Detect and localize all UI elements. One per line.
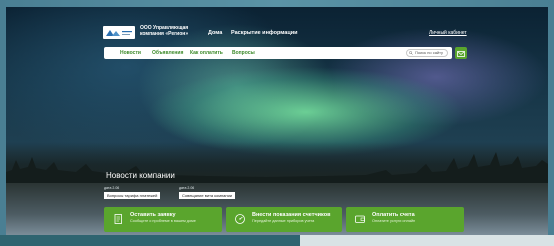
search-icon	[409, 51, 413, 55]
submit-request-button[interactable]: Оставить заявку Сообщите о проблеме в ва…	[104, 207, 222, 232]
treeline	[6, 142, 548, 187]
meter-icon	[235, 214, 245, 224]
menu-item-announcements[interactable]: Объявления	[152, 50, 183, 56]
action-title: Оставить заявку	[130, 212, 176, 218]
action-subtitle: Сообщите о проблеме в вашем доме	[130, 219, 196, 223]
search-label: Поиск по сайту	[415, 50, 444, 55]
news-item[interactable]: дата 2.06 Вопросы тарифа платежей	[104, 186, 161, 199]
nav-home-link[interactable]: Дома	[208, 30, 222, 36]
mail-button[interactable]	[455, 47, 467, 59]
hero-banner	[6, 7, 548, 235]
action-title: Оплатить счета	[372, 212, 415, 218]
news-item[interactable]: дата 2.06 Совещание вита компании	[179, 186, 236, 199]
action-subtitle: Передайте данные приборов учета	[252, 219, 315, 223]
document-icon	[114, 214, 122, 224]
search-button[interactable]: Поиск по сайту	[406, 49, 448, 57]
company-name: ООО Управляющая компания «Регион»	[140, 25, 189, 37]
nav-disclosure-link[interactable]: Раскрытие информации	[231, 30, 297, 36]
bottom-strip-light	[300, 235, 554, 246]
submit-meter-readings-button[interactable]: Внести показания счетчиков Передайте дан…	[226, 207, 342, 232]
main-menu: Новости Объявления Как оплатить Вопросы …	[104, 47, 452, 59]
menu-item-how-to-pay[interactable]: Как оплатить	[190, 50, 223, 56]
news-tag[interactable]: Совещание вита компании	[179, 192, 236, 199]
action-title: Внести показания счетчиков	[252, 212, 331, 218]
mail-icon	[457, 51, 465, 57]
personal-account-link[interactable]: Личный кабинет	[429, 30, 467, 36]
bottom-strip-dark	[0, 235, 300, 246]
news-section-title: Новости компании	[106, 171, 175, 180]
news-date: дата 2.06	[104, 186, 120, 190]
pay-bills-button[interactable]: Оплатить счета Оплатите услуги онлайн	[346, 207, 464, 232]
news-date: дата 2.06	[179, 186, 195, 190]
wallet-icon	[355, 215, 365, 223]
company-logo[interactable]	[103, 26, 135, 39]
menu-item-news[interactable]: Новости	[120, 50, 141, 56]
menu-item-questions[interactable]: Вопросы	[232, 50, 255, 56]
action-subtitle: Оплатите услуги онлайн	[372, 219, 416, 223]
bottom-strip	[0, 235, 554, 246]
news-tag[interactable]: Вопросы тарифа платежей	[104, 192, 161, 199]
